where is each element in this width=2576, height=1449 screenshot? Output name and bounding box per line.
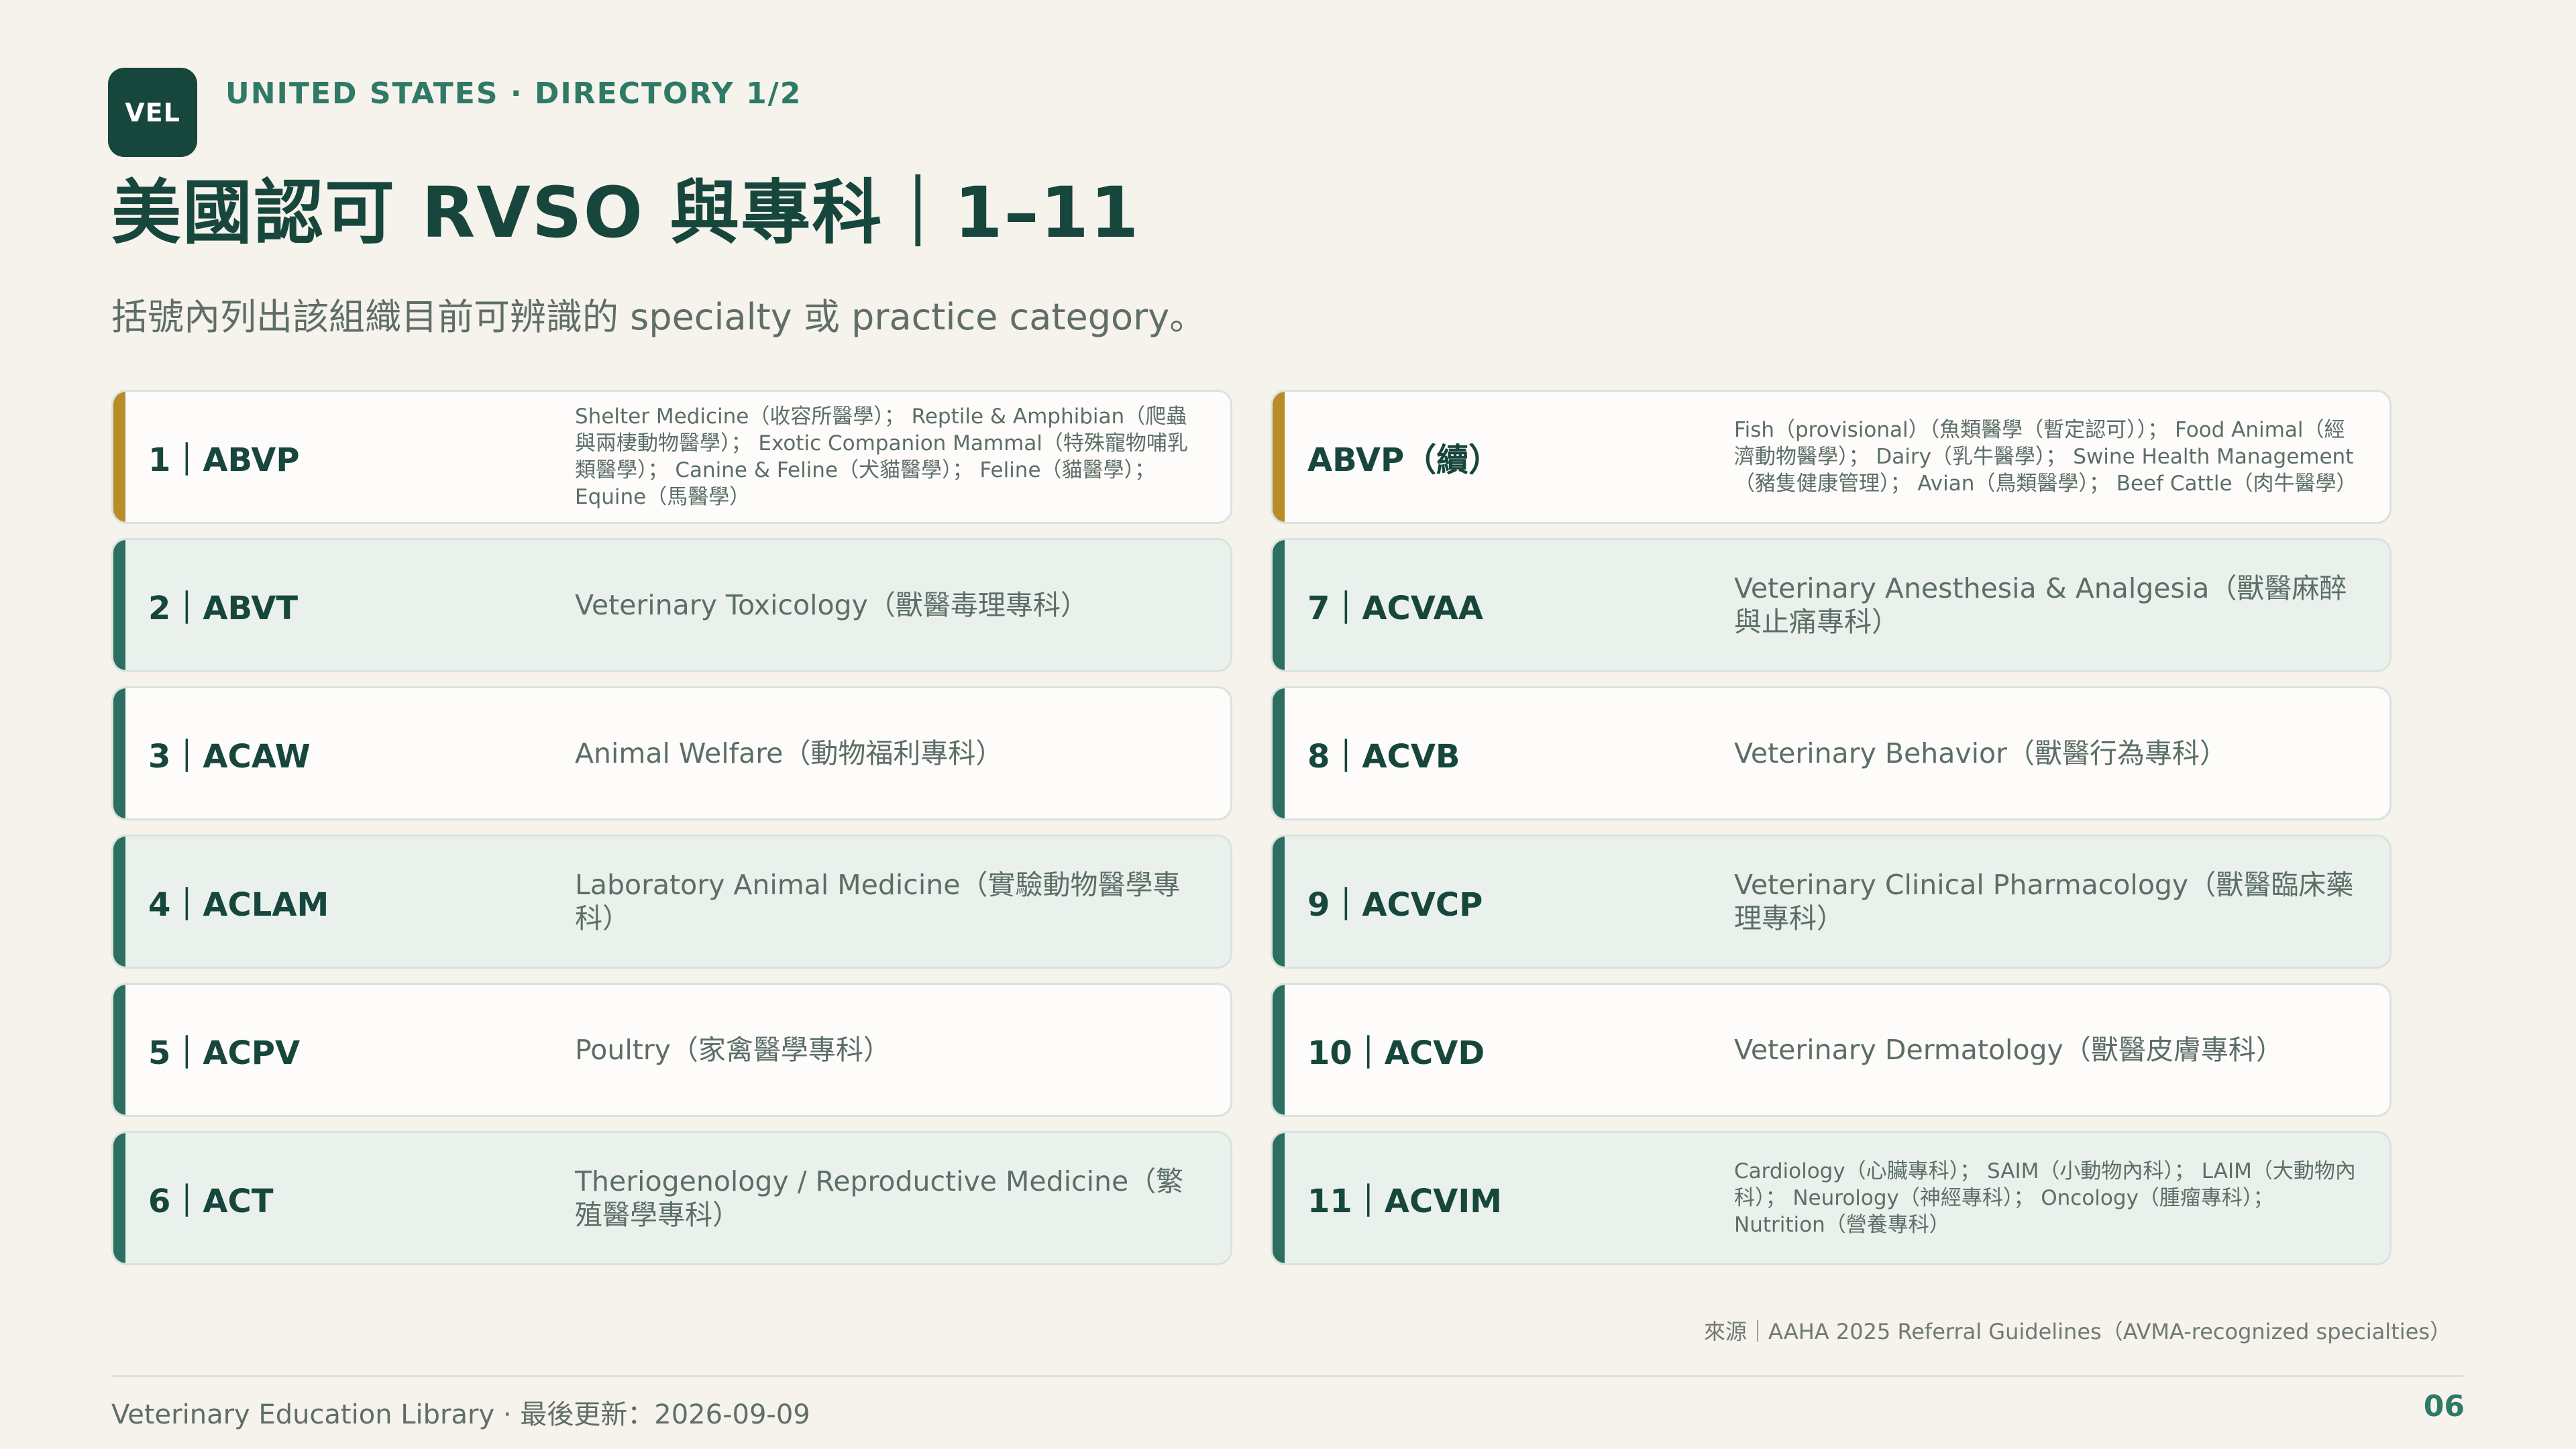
organization-code: 6｜ACT [148, 1183, 274, 1220]
specialty-description: Animal Welfare（動物福利專科） [575, 737, 1004, 769]
footer-text: Veterinary Education Library · 最後更新：2026… [111, 1399, 810, 1430]
accent-bar [1273, 688, 1285, 818]
organization-code: 10｜ACVD [1307, 1034, 1485, 1072]
page-title: 美國認可 RVSO 與專科｜1–11 [111, 172, 1140, 254]
source-citation: 來源｜AAHA 2025 Referral Guidelines（AVMA-re… [1704, 1319, 2451, 1344]
specialty-description: Poultry（家禽醫學專科） [575, 1034, 891, 1066]
directory-column-left: 1｜ABVP Shelter Medicine（收容所醫學）； Reptile … [111, 390, 1232, 1265]
accent-bar [113, 1133, 125, 1263]
organization-code: 2｜ABVT [148, 590, 299, 627]
specialty-description: Shelter Medicine（收容所醫學）； Reptile & Amphi… [575, 405, 1188, 509]
organization-code: 3｜ACAW [148, 738, 311, 775]
organization-code: 5｜ACPV [148, 1034, 301, 1072]
accent-bar [1273, 837, 1285, 967]
footer-divider [111, 1375, 2463, 1377]
specialty-description: Veterinary Behavior（獸醫行為專科） [1734, 737, 2227, 769]
vel-logo: VEL [108, 68, 197, 157]
specialty-description: Veterinary Anesthesia & Analgesia（獸醫麻醉與止… [1734, 572, 2347, 638]
directory-card-abvp: 1｜ABVP Shelter Medicine（收容所醫學）； Reptile … [111, 390, 1232, 524]
accent-bar [113, 837, 125, 967]
page-number: 06 [2423, 1389, 2465, 1424]
organization-code: 1｜ABVP [148, 441, 300, 479]
organization-code: 4｜ACLAM [148, 886, 329, 924]
specialty-description: Veterinary Clinical Pharmacology（獸醫臨床藥理專… [1734, 869, 2354, 934]
page-subtitle: 括號內列出該組織目前可辨識的 specialty 或 practice cate… [111, 296, 1206, 338]
organization-code: 8｜ACVB [1307, 738, 1460, 775]
accent-bar [113, 392, 125, 522]
organization-code: 9｜ACVCP [1307, 886, 1483, 924]
accent-bar [1273, 1133, 1285, 1263]
directory-card-aclam: 4｜ACLAM Laboratory Animal Medicine（實驗動物醫… [111, 835, 1232, 969]
accent-bar [1273, 985, 1285, 1115]
specialty-description: Fish（provisional）（魚類醫學（暫定認可））； Food Anim… [1734, 418, 2357, 496]
accent-bar [113, 540, 125, 670]
specialty-description: Veterinary Dermatology（獸醫皮膚專科） [1734, 1034, 2284, 1066]
directory-card-acpv: 5｜ACPV Poultry（家禽醫學專科） [111, 983, 1232, 1117]
directory-card-act: 6｜ACT Theriogenology / Reproductive Medi… [111, 1131, 1232, 1265]
specialty-description: Theriogenology / Reproductive Medicine（繁… [575, 1165, 1184, 1231]
directory-card-acaw: 3｜ACAW Animal Welfare（動物福利專科） [111, 686, 1232, 820]
directory-card-abvp-continued: ABVP（續） Fish（provisional）（魚類醫學（暫定認可））； F… [1271, 390, 2392, 524]
specialty-description: Laboratory Animal Medicine（實驗動物醫學專科） [575, 869, 1181, 934]
directory-card-abvt: 2｜ABVT Veterinary Toxicology（獸醫毒理專科） [111, 538, 1232, 672]
accent-bar [113, 688, 125, 818]
directory-card-acvim: 11｜ACVIM Cardiology（心臟專科）； SAIM（小動物內科）； … [1271, 1131, 2392, 1265]
directory-card-acvcp: 9｜ACVCP Veterinary Clinical Pharmacology… [1271, 835, 2392, 969]
directory-card-acvb: 8｜ACVB Veterinary Behavior（獸醫行為專科） [1271, 686, 2392, 820]
accent-bar [1273, 540, 1285, 670]
accent-bar [113, 985, 125, 1115]
specialty-description: Veterinary Toxicology（獸醫毒理專科） [575, 589, 1088, 621]
organization-code: 7｜ACVAA [1307, 590, 1483, 627]
accent-bar [1273, 392, 1285, 522]
directory-card-acvaa: 7｜ACVAA Veterinary Anesthesia & Analgesi… [1271, 538, 2392, 672]
organization-code: ABVP（續） [1307, 441, 1501, 479]
eyebrow-label: UNITED STATES · DIRECTORY 1/2 [225, 76, 802, 111]
directory-card-acvd: 10｜ACVD Veterinary Dermatology（獸醫皮膚專科） [1271, 983, 2392, 1117]
directory-column-right: ABVP（續） Fish（provisional）（魚類醫學（暫定認可））； F… [1271, 390, 2392, 1265]
organization-code: 11｜ACVIM [1307, 1183, 1502, 1220]
specialty-description: Cardiology（心臟專科）； SAIM（小動物內科）； LAIM（大動物內… [1734, 1159, 2356, 1237]
